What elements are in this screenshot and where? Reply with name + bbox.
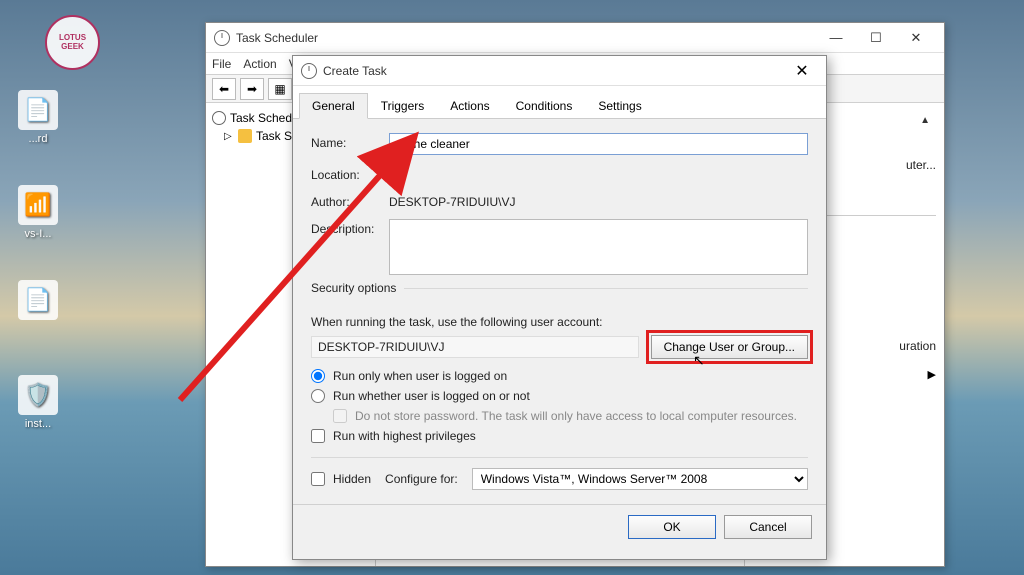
forward-button[interactable]: ➡: [240, 78, 264, 100]
titlebar[interactable]: Create Task ✕: [293, 56, 826, 86]
tab-conditions[interactable]: Conditions: [503, 93, 586, 119]
radio-input[interactable]: [311, 369, 325, 383]
check-no-store-password: Do not store password. The task will onl…: [333, 409, 808, 423]
desktop-icon-label: inst...: [25, 418, 51, 430]
folder-icon: [238, 129, 252, 143]
name-label: Name:: [311, 133, 389, 150]
configure-for-label: Configure for:: [385, 472, 458, 486]
checkbox-input[interactable]: [311, 472, 325, 486]
configure-for-select[interactable]: Windows Vista™, Windows Server™ 2008: [472, 468, 808, 490]
check-highest-privileges[interactable]: Run with highest privileges: [311, 429, 808, 443]
cancel-button[interactable]: Cancel: [724, 515, 812, 539]
description-label: Description:: [311, 219, 389, 236]
clock-icon: [214, 30, 230, 46]
expand-icon[interactable]: ▷: [224, 131, 234, 142]
create-task-dialog: Create Task ✕ General Triggers Actions C…: [292, 55, 827, 560]
location-label: Location:: [311, 165, 389, 182]
desktop-icon[interactable]: 🛡️inst...: [8, 375, 68, 430]
user-account-value: DESKTOP-7RIDUIU\VJ: [311, 336, 639, 358]
clock-icon: [301, 63, 317, 79]
dialog-footer: OK Cancel: [293, 504, 826, 549]
author-label: Author:: [311, 192, 389, 209]
dialog-title: Create Task: [323, 64, 786, 78]
checkbox-label: Hidden: [333, 472, 371, 486]
author-value: DESKTOP-7RIDUIU\VJ: [389, 192, 808, 209]
tree-child-label: Task S: [256, 129, 292, 143]
name-input[interactable]: [389, 133, 808, 155]
change-user-or-group-button[interactable]: Change User or Group...: [651, 335, 808, 359]
tab-triggers[interactable]: Triggers: [368, 93, 438, 119]
minimize-button[interactable]: —: [816, 24, 856, 52]
radio-label: Run only when user is logged on: [333, 369, 507, 383]
desktop-icon-label: vs-I...: [25, 228, 52, 240]
checkbox-label: Do not store password. The task will onl…: [355, 409, 797, 423]
tab-panel-general: Name: Location: \ Author: DESKTOP-7RIDUI…: [293, 119, 826, 504]
check-hidden[interactable]: Hidden: [311, 472, 371, 486]
security-options-heading: Security options: [311, 288, 808, 305]
up-button[interactable]: ▦: [268, 78, 292, 100]
radio-run-whether[interactable]: Run whether user is logged on or not: [311, 389, 808, 403]
radio-input[interactable]: [311, 389, 325, 403]
checkbox-input: [333, 409, 347, 423]
checkbox-label: Run with highest privileges: [333, 429, 476, 443]
location-value: \: [389, 165, 808, 182]
tab-strip: General Triggers Actions Conditions Sett…: [293, 86, 826, 119]
menu-file[interactable]: File: [212, 57, 231, 71]
desktop-icon-label: ...rd: [29, 133, 48, 145]
desktop-icon[interactable]: 📄: [8, 280, 68, 323]
close-button[interactable]: ✕: [896, 24, 936, 52]
ok-button[interactable]: OK: [628, 515, 716, 539]
back-button[interactable]: ⬅: [212, 78, 236, 100]
menu-action[interactable]: Action: [243, 57, 276, 71]
maximize-button[interactable]: ☐: [856, 24, 896, 52]
titlebar[interactable]: Task Scheduler — ☐ ✕: [206, 23, 944, 53]
tab-general[interactable]: General: [299, 93, 368, 119]
checkbox-input[interactable]: [311, 429, 325, 443]
window-title: Task Scheduler: [236, 31, 816, 45]
desktop-icon[interactable]: 📄...rd: [8, 90, 68, 145]
security-prompt: When running the task, use the following…: [311, 315, 808, 329]
tab-actions[interactable]: Actions: [437, 93, 502, 119]
radio-run-logged-on[interactable]: Run only when user is logged on: [311, 369, 808, 383]
clock-icon: [212, 111, 226, 125]
close-button[interactable]: ✕: [786, 57, 818, 85]
action-item[interactable]: uter...: [906, 155, 936, 175]
radio-label: Run whether user is logged on or not: [333, 389, 530, 403]
collapse-arrow-icon[interactable]: ▲: [920, 115, 930, 126]
tab-settings[interactable]: Settings: [585, 93, 654, 119]
desktop-icon[interactable]: 📶vs-I...: [8, 185, 68, 240]
mouse-cursor-icon: ↖: [693, 352, 705, 369]
watermark-logo: LOTUS GEEK: [45, 15, 100, 70]
description-textarea[interactable]: [389, 219, 808, 275]
